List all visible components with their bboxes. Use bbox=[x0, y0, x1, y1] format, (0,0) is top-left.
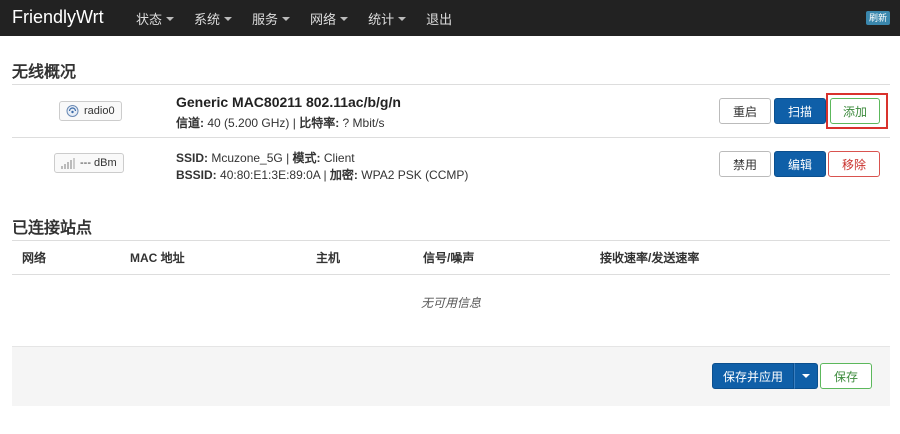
bssid-value: 40:80:E1:3E:89:0A bbox=[220, 168, 321, 182]
menu-statistics[interactable]: 统计 bbox=[368, 9, 407, 28]
column-network: 网络 bbox=[22, 251, 47, 265]
signal-badge: --- dBm bbox=[54, 153, 124, 173]
radio-details: 信道: 40 (5.200 GHz) | 比特率: ? Mbit/s bbox=[176, 114, 385, 131]
top-navbar: FriendlyWrt 状态 系统 服务 网络 统计 退出 刷新 bbox=[0, 0, 900, 36]
scan-button[interactable]: 扫描 bbox=[774, 98, 826, 124]
signal-badge-label: --- dBm bbox=[80, 157, 117, 169]
empty-table-message: 无可用信息 bbox=[420, 296, 481, 310]
menu-system[interactable]: 系统 bbox=[194, 9, 233, 28]
main-menu: 状态 系统 服务 网络 统计 退出 bbox=[136, 0, 472, 36]
bitrate-label: 比特率: bbox=[299, 116, 340, 130]
menu-network-label: 网络 bbox=[310, 11, 337, 27]
bitrate-value: ? Mbit/s bbox=[342, 116, 385, 130]
radio-device-name: Generic MAC80211 802.11ac/b/g/n bbox=[176, 94, 401, 110]
highlight-annotation bbox=[826, 93, 888, 129]
column-rx-tx-rate: 接收速率/发送速率 bbox=[600, 251, 700, 265]
bssid-label: BSSID: bbox=[176, 168, 217, 182]
ssid-line: SSID: Mcuzone_5G | 模式: Client bbox=[176, 149, 355, 166]
remove-button[interactable]: 移除 bbox=[828, 151, 880, 177]
column-signal-noise: 信号/噪声 bbox=[423, 251, 475, 265]
brand-logo[interactable]: FriendlyWrt bbox=[12, 7, 104, 28]
save-button[interactable]: 保存 bbox=[820, 363, 872, 389]
separator: | bbox=[292, 116, 296, 130]
separator: | bbox=[323, 168, 327, 182]
disable-button[interactable]: 禁用 bbox=[719, 151, 771, 177]
menu-network[interactable]: 网络 bbox=[310, 9, 349, 28]
separator: | bbox=[286, 151, 290, 165]
stations-table-header: 网络 MAC 地址 主机 信号/噪声 接收速率/发送速率 bbox=[12, 240, 890, 274]
mode-label: 模式: bbox=[292, 151, 321, 165]
menu-logout[interactable]: 退出 bbox=[426, 9, 452, 28]
ssid-value: Mcuzone_5G bbox=[211, 151, 283, 165]
channel-value: 40 (5.200 GHz) bbox=[207, 116, 290, 130]
radio-badge: radio0 bbox=[59, 101, 122, 121]
encryption-value: WPA2 PSK (CCMP) bbox=[361, 168, 469, 182]
mode-value: Client bbox=[323, 151, 355, 165]
chevron-down-icon bbox=[398, 16, 407, 21]
channel-label: 信道: bbox=[176, 116, 204, 130]
menu-services-label: 服务 bbox=[252, 11, 279, 27]
menu-logout-label: 退出 bbox=[426, 11, 453, 27]
encryption-label: 加密: bbox=[329, 168, 358, 182]
chevron-down-icon bbox=[340, 16, 349, 21]
edit-button[interactable]: 编辑 bbox=[774, 151, 826, 177]
menu-services[interactable]: 服务 bbox=[252, 9, 291, 28]
bssid-line: BSSID: 40:80:E1:3E:89:0A | 加密: WPA2 PSK … bbox=[176, 166, 468, 183]
save-apply-split-button: 保存并应用 bbox=[712, 363, 819, 389]
divider bbox=[12, 274, 890, 275]
chevron-down-icon bbox=[802, 374, 811, 378]
menu-status[interactable]: 状态 bbox=[136, 9, 175, 28]
menu-system-label: 系统 bbox=[194, 11, 221, 27]
chevron-down-icon bbox=[282, 16, 291, 21]
signal-strength-icon bbox=[61, 157, 75, 169]
menu-status-label: 状态 bbox=[136, 11, 163, 27]
section-title-wireless-overview: 无线概况 bbox=[12, 64, 77, 81]
section-title-connected-stations: 已连接站点 bbox=[12, 220, 93, 237]
column-host: 主机 bbox=[316, 251, 341, 265]
chevron-down-icon bbox=[224, 16, 233, 21]
chevron-down-icon bbox=[166, 16, 175, 21]
column-mac-address: MAC 地址 bbox=[130, 251, 185, 265]
menu-statistics-label: 统计 bbox=[368, 11, 395, 27]
divider bbox=[12, 137, 890, 138]
divider bbox=[12, 84, 890, 85]
wifi-radio-icon bbox=[66, 105, 79, 117]
radio-badge-label: radio0 bbox=[84, 105, 115, 117]
refresh-badge[interactable]: 刷新 bbox=[865, 11, 890, 25]
save-apply-button[interactable]: 保存并应用 bbox=[712, 363, 795, 389]
restart-button[interactable]: 重启 bbox=[719, 98, 771, 124]
ssid-label: SSID: bbox=[176, 151, 209, 165]
save-apply-dropdown-toggle[interactable] bbox=[794, 363, 819, 389]
